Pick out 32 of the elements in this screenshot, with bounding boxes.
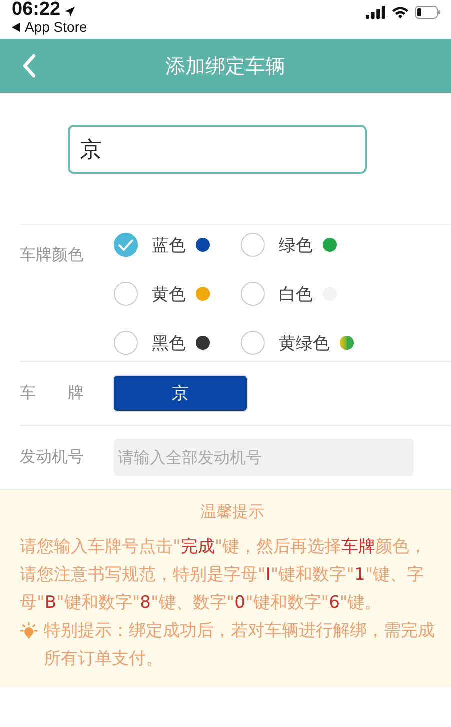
signal-icon: [366, 6, 386, 19]
color-option-label: 黄色: [152, 284, 186, 306]
radio-button[interactable]: [114, 233, 138, 257]
field-label: 发动机号: [20, 447, 85, 468]
tips-text: 请您输入车牌号点击"完成"键，然后再选择车牌颜色，请您注意书写规范，特别是字母"I"键和数字"1"键、字母"B"键和数字"8"键、数字"0"键和数字"6"键。: [20, 536, 428, 615]
plate-number-field[interactable]: 京: [68, 125, 367, 174]
tips-title: 温馨提示: [200, 502, 266, 523]
radio-button[interactable]: [241, 233, 265, 257]
color-option-label: 蓝色: [152, 234, 186, 256]
color-option-label: 白色: [279, 284, 313, 306]
license-plate: 京: [114, 376, 247, 411]
radio-button[interactable]: [114, 331, 138, 355]
wifi-icon: [392, 6, 409, 19]
sun-icon: [20, 622, 38, 640]
color-option-label: 黄绿色: [279, 332, 330, 354]
color-option-label: 绿色: [279, 234, 313, 256]
clock-time: 06:22: [12, 0, 61, 19]
location-arrow-icon: [64, 6, 75, 16]
back-triangle-icon: [12, 22, 20, 32]
field-label: 车牌颜色: [20, 245, 85, 266]
back-to-app-link[interactable]: App Store: [12, 19, 88, 35]
radio-button[interactable]: [241, 331, 265, 355]
engine-number-field[interactable]: 请输入全部发动机号: [114, 439, 414, 476]
color-option-label: 黑色: [152, 332, 186, 354]
special-tip-text: 特别提示：绑定成功后，若对车辆进行解绑，需完成所有订单支付。: [44, 620, 436, 671]
check-icon: [117, 238, 135, 252]
field-label: 车 牌: [20, 383, 85, 404]
page-title: 添加绑定车辆: [166, 52, 286, 80]
battery-icon: [415, 6, 441, 19]
back-button[interactable]: [22, 54, 36, 78]
radio-button[interactable]: [114, 282, 138, 306]
radio-button[interactable]: [241, 282, 265, 306]
